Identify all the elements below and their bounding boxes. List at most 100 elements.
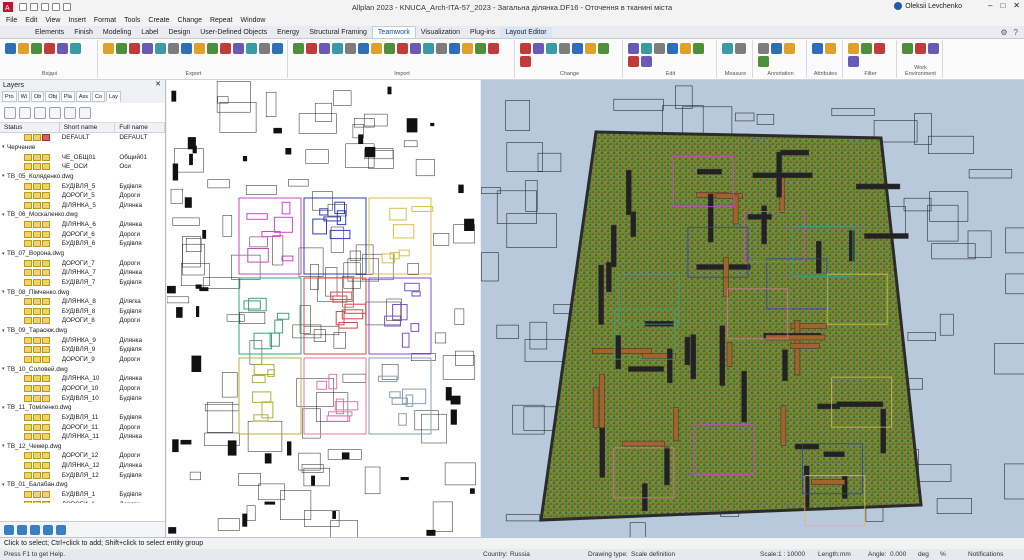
layer-status-icons[interactable] [24, 153, 60, 161]
tab-user-defined-objects[interactable]: User-Defined Objects [195, 27, 272, 38]
ribbon-tool-icon[interactable] [306, 43, 317, 54]
layer-status-icons[interactable] [24, 384, 60, 392]
layer-status-icon[interactable] [42, 471, 50, 479]
layer-status-icons[interactable] [24, 221, 60, 229]
tab-label[interactable]: Label [136, 27, 163, 38]
layer-status-icon[interactable] [33, 240, 41, 248]
layer-status-icon[interactable] [33, 259, 41, 267]
ribbon-tool-icon[interactable] [559, 43, 570, 54]
layer-status-icon[interactable] [24, 413, 32, 421]
layer-status-icon[interactable] [42, 433, 50, 441]
layer-status-icons[interactable] [24, 491, 60, 499]
layer-group-row[interactable]: ▾ TB_06_Москаленко.dwg [0, 210, 165, 220]
layer-row[interactable]: БУДІВЛЯ_1 Будівля [0, 490, 165, 500]
layer-status-icon[interactable] [24, 491, 32, 499]
ribbon-tool-icon[interactable] [70, 43, 81, 54]
ribbon-tool-icon[interactable] [693, 43, 704, 54]
panel-tab-objects[interactable]: Ob [30, 91, 45, 102]
ribbon-tool-icon[interactable] [585, 43, 596, 54]
ribbon-tool-icon[interactable] [129, 43, 140, 54]
panel-tab-wizards[interactable]: Wi [17, 91, 30, 102]
layer-status-icons[interactable] [24, 375, 60, 383]
layer-status-icon[interactable] [33, 192, 41, 200]
ribbon-tool-icon[interactable] [168, 43, 179, 54]
close-icon[interactable]: ✕ [1013, 1, 1020, 10]
layer-status-icon[interactable] [24, 452, 32, 460]
layer-status-icon[interactable] [42, 163, 50, 171]
layer-status-icon[interactable] [42, 298, 50, 306]
layer-status-icons[interactable] [24, 423, 60, 431]
ribbon-tool-icon[interactable] [825, 43, 836, 54]
layer-row[interactable]: ДІЛЯНКА_9 Ділянка [0, 335, 165, 345]
panel-tab-plans[interactable]: Pla [60, 91, 75, 102]
layer-group-row[interactable]: ▾ TB_08_Пімченко.dwg [0, 287, 165, 297]
layer-row[interactable]: ДОРОГИ_12 Дороги [0, 451, 165, 461]
layer-status-icon[interactable] [33, 307, 41, 315]
layer-status-icons[interactable] [24, 230, 60, 238]
layer-status-icon[interactable] [24, 221, 32, 229]
layer-status-icon[interactable] [33, 433, 41, 441]
panel-tab-assistants[interactable]: Ass [75, 91, 92, 102]
ribbon-tool-icon[interactable] [812, 43, 823, 54]
layer-status-icons[interactable] [24, 346, 60, 354]
menu-edit[interactable]: Edit [25, 17, 37, 24]
tab-elements[interactable]: Elements [30, 27, 69, 38]
settings-gear-icon[interactable]: ⚙ [1000, 28, 1007, 37]
layer-group-row[interactable]: ▾ TB_05_Коляденко.dwg [0, 172, 165, 182]
layer-status-icons[interactable] [24, 462, 60, 470]
layer-row[interactable]: ДОРОГИ_8 Дороги [0, 316, 165, 326]
layer-status-icon[interactable] [24, 278, 32, 286]
layer-status-icon[interactable] [24, 336, 32, 344]
layer-status-icon[interactable] [42, 491, 50, 499]
menu-view[interactable]: View [45, 17, 60, 24]
layer-row[interactable]: ДОРОГИ_10 Дороги [0, 384, 165, 394]
layer-current-icon[interactable] [49, 106, 61, 119]
layer-status-icons[interactable] [24, 336, 60, 344]
layer-status-icon[interactable] [42, 336, 50, 344]
ribbon-tool-icon[interactable] [598, 43, 609, 54]
layer-status-icon[interactable] [42, 307, 50, 315]
layer-status-icons[interactable] [24, 452, 60, 460]
layer-status-icons[interactable] [24, 500, 60, 503]
layer-status-icons[interactable] [24, 269, 60, 277]
user-account[interactable]: Oleksii Levchenko [894, 2, 962, 10]
ribbon-tool-icon[interactable] [722, 43, 733, 54]
ribbon-tool-icon[interactable] [246, 43, 257, 54]
layer-status-icons[interactable] [24, 413, 60, 421]
layer-status-icon[interactable] [24, 259, 32, 267]
layer-status-icon[interactable] [42, 230, 50, 238]
layer-row[interactable]: ДОРОГИ_5 Дороги [0, 191, 165, 201]
ribbon-tool-icon[interactable] [332, 43, 343, 54]
panel-tab-object-palette[interactable]: Obj [45, 91, 60, 102]
ribbon-tool-icon[interactable] [848, 43, 859, 54]
ribbon-tool-icon[interactable] [735, 43, 746, 54]
layer-status-icon[interactable] [42, 500, 50, 503]
save-icon[interactable] [41, 3, 49, 11]
layer-status-icon[interactable] [42, 153, 50, 161]
layer-row[interactable]: БУДІВЛЯ_6 Будівля [0, 239, 165, 249]
layer-status-icon[interactable] [42, 413, 50, 421]
layer-row[interactable]: БУДІВЛЯ_5 Будівля [0, 181, 165, 191]
footer-tool-icon[interactable] [30, 524, 40, 535]
footer-tool-icon[interactable] [17, 524, 27, 535]
menu-insert[interactable]: Insert [68, 17, 86, 24]
menu-tools[interactable]: Tools [124, 17, 140, 24]
layer-row[interactable]: ДІЛЯНКА_12 Ділянка [0, 461, 165, 471]
layer-status-icon[interactable] [24, 163, 32, 171]
panel-tab-layers[interactable]: Lay [106, 91, 121, 102]
layer-status-icon[interactable] [42, 452, 50, 460]
ribbon-tool-icon[interactable] [31, 43, 42, 54]
col-status[interactable]: Status [0, 123, 60, 132]
layer-status-icon[interactable] [42, 259, 50, 267]
menu-change[interactable]: Change [177, 17, 202, 24]
layer-row[interactable]: БУДІВЛЯ_12 Будівля [0, 470, 165, 480]
layer-status-icon[interactable] [33, 462, 41, 470]
layer-status-icons[interactable] [24, 192, 60, 200]
layer-hide-icon[interactable] [34, 106, 46, 119]
layer-status-icon[interactable] [33, 375, 41, 383]
undo-icon[interactable] [52, 3, 60, 11]
ribbon-tool-icon[interactable] [928, 43, 939, 54]
ribbon-tool-icon[interactable] [520, 43, 531, 54]
tab-design[interactable]: Design [163, 27, 195, 38]
layer-status-icon[interactable] [42, 384, 50, 392]
